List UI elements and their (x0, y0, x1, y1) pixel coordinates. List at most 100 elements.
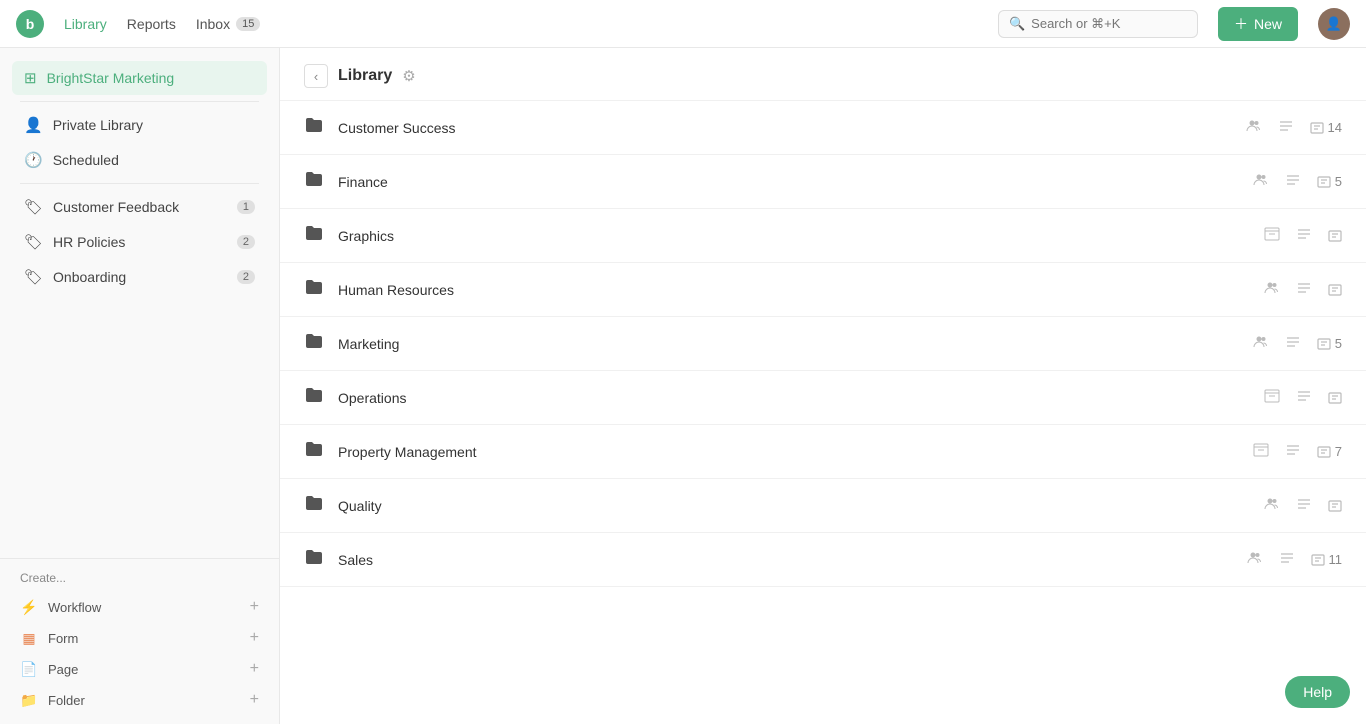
workflow-add-icon[interactable]: + (250, 598, 259, 616)
page-label: Page (48, 662, 78, 677)
team-icon[interactable] (1246, 118, 1262, 137)
folder-row[interactable]: Sales 11 (280, 533, 1366, 587)
new-button[interactable]: ＋ New (1218, 7, 1298, 41)
sidebar-bottom: Create... ⚡ Workflow + ▦ Form + 📄 Page +… (0, 558, 279, 724)
workflow-label: Workflow (48, 600, 101, 615)
team-icon[interactable] (1253, 442, 1269, 461)
form-add-icon[interactable]: + (250, 629, 259, 647)
sidebar-item-customer-feedback[interactable]: 🏷 Customer Feedback 1 (12, 190, 267, 224)
team-icon[interactable] (1247, 550, 1263, 569)
folder-name: Finance (338, 174, 1239, 190)
folder-actions (1264, 496, 1342, 515)
search-icon: 🔍 (1009, 16, 1025, 32)
folder-count: 11 (1311, 552, 1343, 567)
tag-icon-2: 🏷 (24, 233, 43, 251)
folder-icon (304, 115, 324, 140)
folder-row[interactable]: Graphics (280, 209, 1366, 263)
list-icon[interactable] (1296, 280, 1312, 299)
folder-label: Folder (48, 693, 85, 708)
workspace-label: BrightStar Marketing (47, 70, 255, 86)
clock-icon: 🕐 (24, 151, 43, 169)
person-icon: 👤 (24, 116, 43, 134)
hr-policies-count: 2 (237, 235, 255, 249)
list-icon[interactable] (1279, 550, 1295, 569)
folder-icon (304, 223, 324, 248)
create-page[interactable]: 📄 Page + (8, 654, 271, 684)
team-icon[interactable] (1264, 226, 1280, 245)
form-icon: ▦ (20, 629, 38, 647)
team-icon[interactable] (1264, 496, 1280, 515)
app-logo[interactable]: b (16, 10, 44, 38)
onboarding-label: Onboarding (53, 269, 227, 285)
folder-count-empty (1328, 283, 1342, 297)
folder-row[interactable]: Customer Success 14 (280, 101, 1366, 155)
create-folder[interactable]: 📁 Folder + (8, 685, 271, 715)
divider-2 (20, 183, 259, 184)
customer-feedback-label: Customer Feedback (53, 199, 227, 215)
folder-icon (304, 547, 324, 572)
folder-actions: 11 (1247, 550, 1343, 569)
customer-feedback-count: 1 (237, 200, 255, 214)
search-bar[interactable]: 🔍 (998, 10, 1198, 38)
help-button[interactable]: Help (1285, 676, 1350, 708)
sidebar-top: ⊞ BrightStar Marketing 👤 Private Library… (0, 48, 279, 303)
team-icon[interactable] (1253, 172, 1269, 191)
search-input[interactable] (1031, 16, 1171, 31)
sidebar-item-workspace[interactable]: ⊞ BrightStar Marketing (12, 61, 267, 95)
folder-count: 7 (1317, 444, 1342, 459)
nav-inbox[interactable]: Inbox 15 (196, 16, 261, 32)
folder-name: Sales (338, 552, 1233, 568)
page-icon: 📄 (20, 660, 38, 678)
list-icon[interactable] (1296, 496, 1312, 515)
folder-actions: 5 (1253, 334, 1342, 353)
folder-name: Human Resources (338, 282, 1250, 298)
list-icon[interactable] (1285, 334, 1301, 353)
sidebar-item-onboarding[interactable]: 🏷 Onboarding 2 (12, 260, 267, 294)
folder-count-empty (1328, 499, 1342, 513)
folder-actions (1264, 388, 1342, 407)
team-icon[interactable] (1264, 280, 1280, 299)
folder-count: 14 (1310, 120, 1342, 135)
nav-library[interactable]: Library (64, 16, 107, 32)
settings-icon[interactable]: ⚙ (402, 67, 415, 85)
folder-name: Marketing (338, 336, 1239, 352)
folder-row[interactable]: Finance 5 (280, 155, 1366, 209)
create-workflow[interactable]: ⚡ Workflow + (8, 592, 271, 622)
content-area: ‹ Library ⚙ Customer Success 14 (280, 48, 1366, 724)
folder-create-icon: 📁 (20, 691, 38, 709)
list-icon[interactable] (1296, 388, 1312, 407)
folder-actions (1264, 280, 1342, 299)
workflow-icon: ⚡ (20, 598, 38, 616)
folder-row[interactable]: Quality (280, 479, 1366, 533)
folder-row[interactable]: Property Management 7 (280, 425, 1366, 479)
create-form[interactable]: ▦ Form + (8, 623, 271, 653)
folder-actions (1264, 226, 1342, 245)
folder-icon (304, 493, 324, 518)
team-icon[interactable] (1253, 334, 1269, 353)
folder-name: Quality (338, 498, 1250, 514)
team-icon[interactable] (1264, 388, 1280, 407)
folder-count-empty (1328, 391, 1342, 405)
sidebar-item-private-library[interactable]: 👤 Private Library (12, 108, 267, 142)
collapse-button[interactable]: ‹ (304, 64, 328, 88)
folder-row[interactable]: Operations (280, 371, 1366, 425)
sidebar-item-hr-policies[interactable]: 🏷 HR Policies 2 (12, 225, 267, 259)
page-add-icon[interactable]: + (250, 660, 259, 678)
folder-actions: 5 (1253, 172, 1342, 191)
sidebar-item-scheduled[interactable]: 🕐 Scheduled (12, 143, 267, 177)
folder-row[interactable]: Marketing 5 (280, 317, 1366, 371)
avatar[interactable]: 👤 (1318, 8, 1350, 40)
folder-count: 5 (1317, 174, 1342, 189)
list-icon[interactable] (1296, 226, 1312, 245)
folder-row[interactable]: Human Resources (280, 263, 1366, 317)
grid-icon: ⊞ (24, 69, 37, 87)
folder-add-icon[interactable]: + (250, 691, 259, 709)
list-icon[interactable] (1278, 118, 1294, 137)
folder-icon (304, 385, 324, 410)
list-icon[interactable] (1285, 442, 1301, 461)
tag-icon-1: 🏷 (24, 198, 43, 216)
nav-reports[interactable]: Reports (127, 16, 176, 32)
folder-name: Operations (338, 390, 1250, 406)
folders-list: Customer Success 14 Finance (280, 101, 1366, 724)
list-icon[interactable] (1285, 172, 1301, 191)
